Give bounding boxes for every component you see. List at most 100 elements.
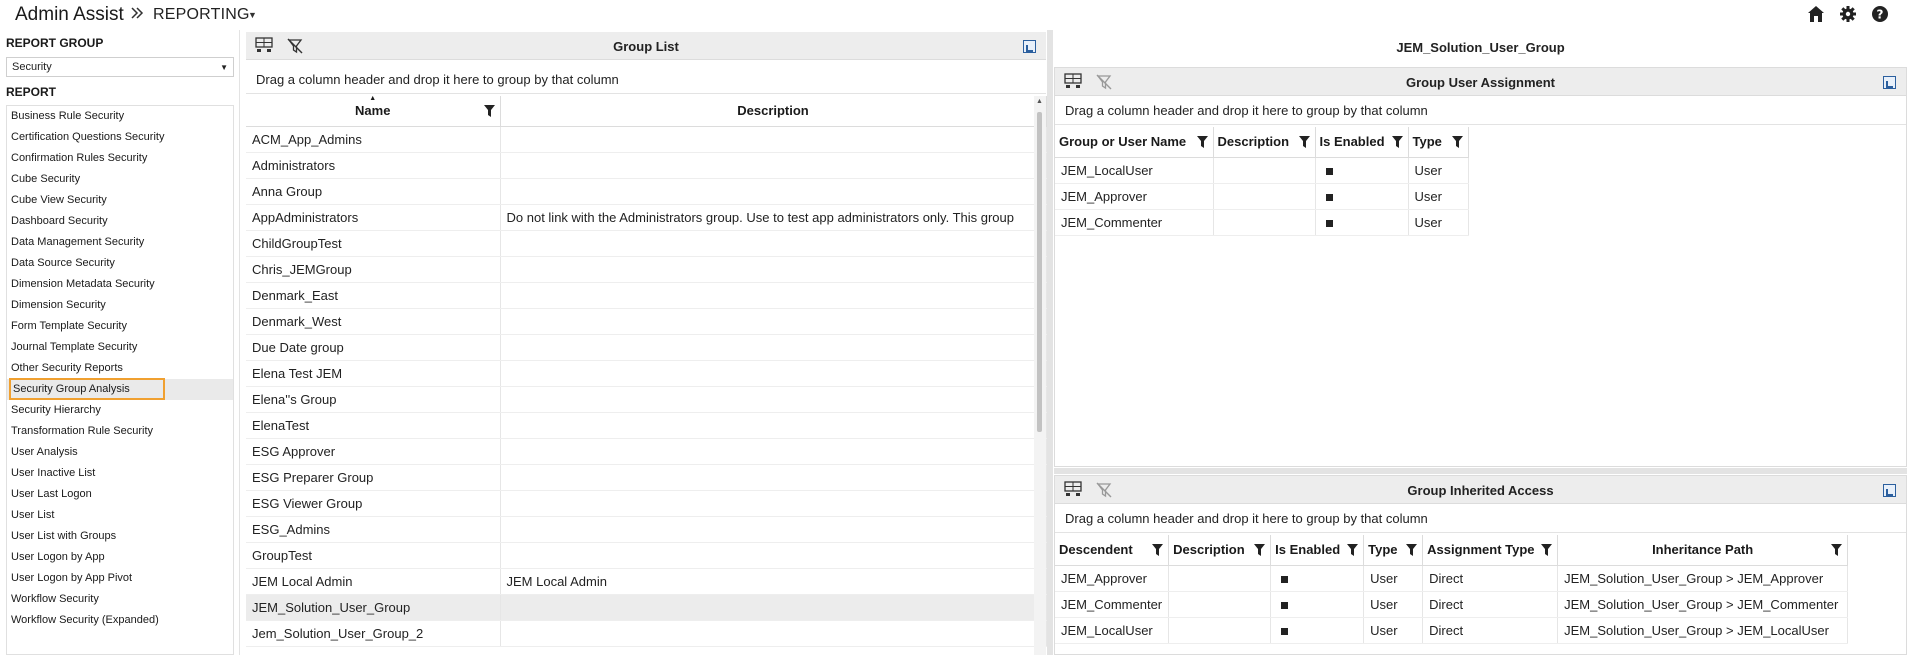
filter-icon[interactable] bbox=[1298, 136, 1310, 148]
column-header-assignment-type[interactable]: Assignment Type bbox=[1422, 535, 1559, 566]
maximize-icon[interactable] bbox=[1883, 76, 1896, 89]
report-item-certification-questions-security[interactable]: Certification Questions Security bbox=[7, 127, 233, 148]
column-header-name[interactable]: ▲ Name bbox=[246, 95, 501, 127]
table-row[interactable]: ElenaTest bbox=[246, 412, 1047, 439]
table-row[interactable]: JEM Local Admin JEM Local Admin bbox=[246, 568, 1047, 595]
group-list-scrollbar[interactable]: ▲ bbox=[1034, 96, 1046, 655]
report-item-cube-security[interactable]: Cube Security bbox=[7, 169, 233, 190]
table-row[interactable]: ESG_Admins bbox=[246, 516, 1047, 543]
report-item-workflow-security-expanded[interactable]: Workflow Security (Expanded) bbox=[7, 610, 233, 631]
table-row[interactable]: JEM_Approver User Direct JEM_Solution_User_… bbox=[1055, 565, 1849, 592]
checkbox-checked-icon[interactable] bbox=[1325, 167, 1333, 175]
column-header-type[interactable]: Type bbox=[1408, 127, 1469, 158]
group-name-cell[interactable]: ACM_App_Admins bbox=[246, 126, 501, 153]
group-description-cell[interactable] bbox=[500, 620, 1047, 647]
table-row[interactable]: Elena Test JEM bbox=[246, 360, 1047, 387]
cell-is-enabled[interactable] bbox=[1315, 209, 1409, 236]
group-description-cell[interactable] bbox=[500, 594, 1047, 621]
checkbox-checked-icon[interactable] bbox=[1281, 627, 1289, 635]
column-header-type[interactable]: Type bbox=[1363, 535, 1424, 566]
filter-icon[interactable] bbox=[1541, 544, 1553, 556]
report-item-dimension-security[interactable]: Dimension Security bbox=[7, 295, 233, 316]
breadcrumb-dropdown-icon[interactable]: ▼ bbox=[248, 10, 257, 20]
group-description-cell[interactable] bbox=[500, 464, 1047, 491]
column-header-descendent[interactable]: Descendent bbox=[1055, 535, 1170, 566]
table-row[interactable]: JEM_Approver User bbox=[1055, 183, 1469, 210]
report-item-user-inactive-list[interactable]: User Inactive List bbox=[7, 463, 233, 484]
maximize-icon[interactable] bbox=[1023, 40, 1036, 53]
help-icon[interactable]: ? bbox=[1869, 3, 1891, 25]
table-row[interactable]: Jem_Solution_User_Group_2 bbox=[246, 620, 1047, 647]
group-name-cell[interactable]: Due Date group bbox=[246, 334, 501, 361]
group-name-cell[interactable]: JEM Local Admin bbox=[246, 568, 501, 595]
group-description-cell[interactable] bbox=[500, 178, 1047, 205]
checkbox-checked-icon[interactable] bbox=[1325, 193, 1333, 201]
group-name-cell[interactable]: ESG_Admins bbox=[246, 516, 501, 543]
report-item-journal-template-security[interactable]: Journal Template Security bbox=[7, 337, 233, 358]
report-item-transformation-rule-security[interactable]: Transformation Rule Security bbox=[7, 421, 233, 442]
group-description-cell[interactable] bbox=[500, 490, 1047, 517]
group-name-cell[interactable]: Anna Group bbox=[246, 178, 501, 205]
report-item-data-management-security[interactable]: Data Management Security bbox=[7, 232, 233, 253]
breadcrumb-reporting[interactable]: REPORTING bbox=[153, 6, 250, 24]
report-item-workflow-security[interactable]: Workflow Security bbox=[7, 589, 233, 610]
table-row[interactable]: JEM_Commenter User Direct JEM_Solution_User… bbox=[1055, 591, 1849, 618]
table-row[interactable]: Anna Group bbox=[246, 178, 1047, 205]
group-name-cell[interactable]: Jem_Solution_User_Group_2 bbox=[246, 620, 501, 647]
column-header-description[interactable]: Description bbox=[1213, 127, 1316, 158]
group-name-cell[interactable]: ElenaTest bbox=[246, 412, 501, 439]
report-group-select[interactable]: Security ▼ bbox=[6, 57, 234, 77]
filter-icon[interactable] bbox=[483, 105, 495, 117]
filter-icon[interactable] bbox=[1152, 544, 1164, 556]
group-name-cell[interactable]: Denmark_East bbox=[246, 282, 501, 309]
report-item-dashboard-security[interactable]: Dashboard Security bbox=[7, 211, 233, 232]
filter-icon[interactable] bbox=[1347, 544, 1359, 556]
group-name-cell[interactable]: JEM_Solution_User_Group bbox=[246, 594, 501, 621]
report-item-form-template-security[interactable]: Form Template Security bbox=[7, 316, 233, 337]
cell-is-enabled[interactable] bbox=[1315, 183, 1409, 210]
group-by-hint[interactable]: Drag a column header and drop it here to… bbox=[246, 66, 1046, 94]
group-description-cell[interactable] bbox=[500, 152, 1047, 179]
group-name-cell[interactable]: Administrators bbox=[246, 152, 501, 179]
group-description-cell[interactable] bbox=[500, 360, 1047, 387]
report-item-other-security-reports[interactable]: Other Security Reports bbox=[7, 358, 233, 379]
report-item-security-hierarchy[interactable]: Security Hierarchy bbox=[7, 400, 233, 421]
scroll-up-icon[interactable]: ▲ bbox=[1036, 98, 1043, 105]
cell-is-enabled[interactable] bbox=[1270, 565, 1365, 592]
table-row[interactable]: JEM_Commenter User bbox=[1055, 209, 1469, 236]
report-item-user-list-with-groups[interactable]: User List with Groups bbox=[7, 526, 233, 547]
group-name-cell[interactable]: ESG Preparer Group bbox=[246, 464, 501, 491]
table-row[interactable]: ChildGroupTest bbox=[246, 230, 1047, 257]
report-item-cube-view-security[interactable]: Cube View Security bbox=[7, 190, 233, 211]
column-header-inheritance-path[interactable]: Inheritance Path bbox=[1557, 535, 1849, 566]
report-item-user-logon-by-app-pivot[interactable]: User Logon by App Pivot bbox=[7, 568, 233, 589]
column-header-is-enabled[interactable]: Is Enabled bbox=[1270, 535, 1365, 566]
group-description-cell[interactable] bbox=[500, 516, 1047, 543]
table-row[interactable]: JEM_LocalUser User Direct JEM_Solution_User… bbox=[1055, 617, 1849, 644]
table-row[interactable]: ESG Preparer Group bbox=[246, 464, 1047, 491]
report-item-user-list[interactable]: User List bbox=[7, 505, 233, 526]
report-item-security-group-analysis[interactable]: Security Group Analysis bbox=[7, 378, 233, 400]
report-item-business-rule-security[interactable]: Business Rule Security bbox=[7, 106, 233, 127]
table-row[interactable]: GroupTest bbox=[246, 542, 1047, 569]
group-name-cell[interactable]: ESG Approver bbox=[246, 438, 501, 465]
report-item-user-last-logon[interactable]: User Last Logon bbox=[7, 484, 233, 505]
table-row[interactable]: JEM_Solution_User_Group bbox=[246, 594, 1047, 621]
group-description-cell[interactable] bbox=[500, 386, 1047, 413]
maximize-icon[interactable] bbox=[1883, 484, 1896, 497]
report-item-user-logon-by-app[interactable]: User Logon by App bbox=[7, 547, 233, 568]
table-row[interactable]: Administrators bbox=[246, 152, 1047, 179]
group-name-cell[interactable]: Elena''s Group bbox=[246, 386, 501, 413]
group-description-cell[interactable] bbox=[500, 230, 1047, 257]
group-description-cell[interactable] bbox=[500, 542, 1047, 569]
group-description-cell[interactable] bbox=[500, 334, 1047, 361]
horizontal-splitter[interactable] bbox=[1054, 468, 1907, 474]
group-description-cell[interactable] bbox=[500, 308, 1047, 335]
column-header-is-enabled[interactable]: Is Enabled bbox=[1315, 127, 1409, 158]
group-by-hint[interactable]: Drag a column header and drop it here to… bbox=[1055, 505, 1906, 533]
checkbox-checked-icon[interactable] bbox=[1281, 601, 1289, 609]
table-row[interactable]: Due Date group bbox=[246, 334, 1047, 361]
column-header-group-or-user-name[interactable]: Group or User Name bbox=[1055, 127, 1214, 158]
filter-icon[interactable] bbox=[1451, 136, 1463, 148]
cell-is-enabled[interactable] bbox=[1270, 617, 1365, 644]
